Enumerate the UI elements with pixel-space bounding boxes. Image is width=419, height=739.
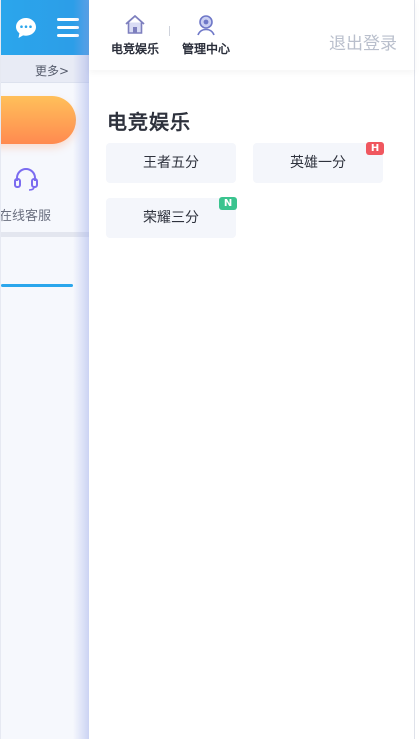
section-title: 电竞娱乐: [107, 110, 191, 134]
new-badge: N: [219, 197, 237, 210]
nav-entertainment[interactable]: 电竞娱乐: [103, 13, 167, 57]
user-icon: [197, 15, 215, 36]
nav-separator: [169, 26, 170, 36]
support-label[interactable]: 在线客服: [1, 205, 51, 224]
background-page: 更多> 在线客服: [0, 0, 95, 739]
game-button[interactable]: 荣耀三分 N: [106, 197, 237, 238]
game-label: 英雄一分: [290, 155, 346, 171]
game-button[interactable]: 英雄一分 H: [253, 142, 384, 183]
tab-indicator: [1, 284, 73, 287]
drawer-header: 电竞娱乐 管理中心 退出登录: [89, 0, 415, 70]
side-drawer: 电竞娱乐 管理中心 退出登录 电竞娱乐 王者五分 英雄一分 H 荣耀三分 N: [89, 0, 415, 739]
primary-action-button[interactable]: [1, 96, 76, 144]
nav-entertainment-label: 电竞娱乐: [110, 42, 159, 56]
home-icon: [125, 15, 145, 34]
logout-button[interactable]: 退出登录: [329, 29, 397, 54]
headset-icon[interactable]: [12, 166, 40, 192]
more-link[interactable]: 更多>: [35, 62, 69, 79]
hot-badge: H: [366, 142, 384, 155]
game-label: 王者五分: [143, 155, 199, 171]
game-label: 荣耀三分: [143, 210, 199, 226]
nav-management[interactable]: 管理中心: [174, 13, 238, 57]
nav-management-label: 管理中心: [181, 42, 230, 56]
chat-icon[interactable]: [14, 16, 38, 40]
game-button[interactable]: 王者五分: [106, 143, 236, 183]
